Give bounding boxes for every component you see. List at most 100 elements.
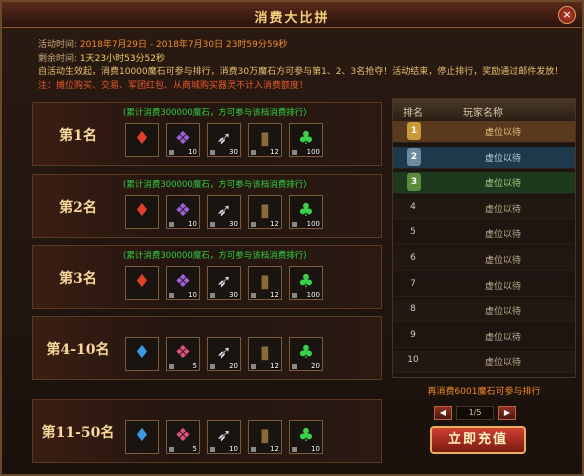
white-feather-icon: ➶ bbox=[216, 342, 232, 363]
rune-book-icon: ▮ bbox=[260, 271, 270, 292]
leaderboard-row: 2 虚位以待 bbox=[393, 146, 575, 169]
reward-item-slot[interactable]: ♣ 100 bbox=[289, 195, 323, 229]
reward-item-slot[interactable]: ♦ bbox=[125, 123, 159, 157]
player-name: 虚位以待 bbox=[484, 128, 521, 138]
rank-tier: (累计消费300000魔石，方可参与该档消费排行) 第3名 ♦ ❖ 10 ➶ 30 ▮ 12 ♣ 1… bbox=[32, 245, 382, 309]
reward-item-slot[interactable]: ❖ 10 bbox=[166, 266, 200, 300]
reward-items: ♦ ❖ 10 ➶ 30 ▮ 12 ♣ 100 bbox=[125, 195, 330, 229]
reward-item-slot[interactable]: ➶ 30 bbox=[207, 123, 241, 157]
leaderboard-row: 10 虚位以待 bbox=[393, 351, 575, 374]
reward-item-slot[interactable]: ▮ 12 bbox=[248, 195, 282, 229]
item-count: 20 bbox=[311, 362, 320, 370]
rank-number: 4 bbox=[410, 201, 416, 212]
leaderboard-header: 排名 玩家名称 bbox=[393, 99, 575, 121]
item-count: 10 bbox=[229, 445, 238, 453]
bound-lock-icon bbox=[251, 293, 256, 298]
white-feather-icon: ➶ bbox=[216, 425, 232, 446]
reward-item-slot[interactable]: ♦ bbox=[125, 195, 159, 229]
activity-dash: - bbox=[149, 40, 154, 50]
reward-item-slot[interactable]: ♦ bbox=[125, 337, 159, 371]
activity-start: 2018年7月29日 bbox=[79, 40, 148, 50]
reward-items: ♦ ❖ 10 ➶ 30 ▮ 12 ♣ 100 bbox=[125, 123, 330, 157]
rank-tier: (累计消费300000魔石，方可参与该档消费排行) 第2名 ♦ ❖ 10 ➶ 30 ▮ 12 ♣ 1… bbox=[32, 174, 382, 238]
rank-number: 10 bbox=[407, 355, 419, 366]
rank-label: 第1名 bbox=[59, 128, 97, 144]
reward-item-slot[interactable]: ♣ 10 bbox=[289, 420, 323, 454]
bound-lock-icon bbox=[292, 293, 297, 298]
reward-item-slot[interactable]: ❖ 10 bbox=[166, 195, 200, 229]
purple-potion-icon: ❖ bbox=[174, 128, 192, 149]
rank-label: 第2名 bbox=[59, 200, 97, 216]
clover-icon: ♣ bbox=[297, 425, 315, 446]
reward-item-slot[interactable]: ➶ 20 bbox=[207, 337, 241, 371]
bound-lock-icon bbox=[251, 447, 256, 452]
player-name: 虚位以待 bbox=[484, 204, 521, 215]
item-count: 100 bbox=[306, 148, 320, 156]
item-count: 5 bbox=[192, 362, 197, 370]
rank-tier: (累计消费300000魔石，方可参与该档消费排行) 第1名 ♦ ❖ 10 ➶ 30 ▮ 12 ♣ 1… bbox=[32, 102, 382, 166]
rune-book-icon: ▮ bbox=[260, 128, 270, 149]
reward-item-slot[interactable]: ❖ 10 bbox=[166, 123, 200, 157]
item-count: 12 bbox=[270, 291, 279, 299]
player-name: 虚位以待 bbox=[484, 307, 521, 318]
reward-item-slot[interactable]: ➶ 30 bbox=[207, 195, 241, 229]
bound-lock-icon bbox=[169, 293, 174, 298]
reward-item-slot[interactable]: ♣ 20 bbox=[289, 337, 323, 371]
bound-lock-icon bbox=[292, 150, 297, 155]
leaderboard-row: 5 虚位以待 bbox=[393, 223, 575, 246]
item-count: 10 bbox=[188, 220, 197, 228]
bound-lock-icon bbox=[251, 222, 256, 227]
recharge-button[interactable]: 立即充值 bbox=[430, 426, 526, 454]
player-name: 虚位以待 bbox=[484, 358, 521, 369]
rune-book-icon: ▮ bbox=[260, 425, 270, 446]
reward-item-slot[interactable]: ♦ bbox=[125, 420, 159, 454]
activity-end-time: 23时59分59秒 bbox=[225, 40, 288, 50]
activity-time-label: 活动时间: bbox=[38, 40, 78, 50]
reward-item-slot[interactable]: ➶ 10 bbox=[207, 420, 241, 454]
medal-icon: 1 bbox=[407, 122, 421, 140]
clover-icon: ♣ bbox=[297, 200, 315, 221]
next-page-button[interactable]: ▶ bbox=[498, 406, 516, 420]
rank-panel: 消费大比拼 × 活动时间: 2018年7月29日 - 2018年7月30日 23… bbox=[0, 0, 584, 476]
reward-item-slot[interactable]: ♦ bbox=[125, 266, 159, 300]
rank-requirement-note: (累计消费300000魔石，方可参与该档消费排行) bbox=[123, 108, 307, 118]
player-name: 虚位以待 bbox=[484, 332, 521, 343]
reward-item-slot[interactable]: ♣ 100 bbox=[289, 123, 323, 157]
reward-item-slot[interactable]: ▮ 12 bbox=[248, 420, 282, 454]
remaining-label: 剩余时间: bbox=[38, 53, 78, 64]
item-count: 12 bbox=[270, 362, 279, 370]
rank-number: 6 bbox=[410, 253, 416, 263]
title-bar: 消费大比拼 × bbox=[2, 2, 582, 28]
reward-item-slot[interactable]: ❖ 5 bbox=[166, 337, 200, 371]
clover-icon: ♣ bbox=[297, 342, 315, 363]
leaderboard-row: 7 虚位以待 bbox=[393, 274, 575, 297]
pink-potion-icon: ❖ bbox=[174, 425, 192, 446]
reward-item-slot[interactable]: ▮ 12 bbox=[248, 266, 282, 300]
item-count: 20 bbox=[229, 362, 238, 370]
rules-desc: 自活动生效起，消费10000魔石可参与排行，消费30万魔石方可参与第1、2、3名… bbox=[38, 67, 564, 77]
reward-item-slot[interactable]: ▮ 12 bbox=[248, 123, 282, 157]
bound-lock-icon bbox=[169, 364, 174, 369]
item-count: 12 bbox=[270, 220, 279, 228]
reward-item-slot[interactable]: ❖ 5 bbox=[166, 420, 200, 454]
col-player-name: 玩家名称 bbox=[463, 108, 503, 119]
reward-item-slot[interactable]: ▮ 12 bbox=[248, 337, 282, 371]
reward-item-slot[interactable]: ♣ 100 bbox=[289, 266, 323, 300]
purple-potion-icon: ❖ bbox=[174, 200, 192, 221]
prev-page-button[interactable]: ◀ bbox=[434, 406, 452, 420]
rules-note: 注：摊位购买、交易、军团红包、从商城购买器灵不计入消费额度！ bbox=[38, 80, 309, 91]
white-feather-icon: ➶ bbox=[216, 271, 232, 292]
rank-number: 5 bbox=[410, 227, 416, 238]
rune-book-icon: ▮ bbox=[260, 342, 270, 363]
rank-label: 第11-50名 bbox=[41, 425, 115, 441]
rank-requirement-note: (累计消费300000魔石，方可参与该档消费排行) bbox=[123, 251, 307, 261]
leaderboard-row: 8 虚位以待 bbox=[393, 300, 575, 323]
reward-item-slot[interactable]: ➶ 30 bbox=[207, 266, 241, 300]
bound-lock-icon bbox=[292, 447, 297, 452]
rank-tier: 第11-50名 ♦ ❖ 5 ➶ 10 ▮ 12 ♣ 10 bbox=[32, 399, 382, 463]
bound-lock-icon bbox=[210, 222, 215, 227]
item-count: 100 bbox=[306, 291, 320, 299]
close-icon[interactable]: × bbox=[558, 6, 576, 24]
bound-lock-icon bbox=[169, 447, 174, 452]
bound-lock-icon bbox=[251, 364, 256, 369]
